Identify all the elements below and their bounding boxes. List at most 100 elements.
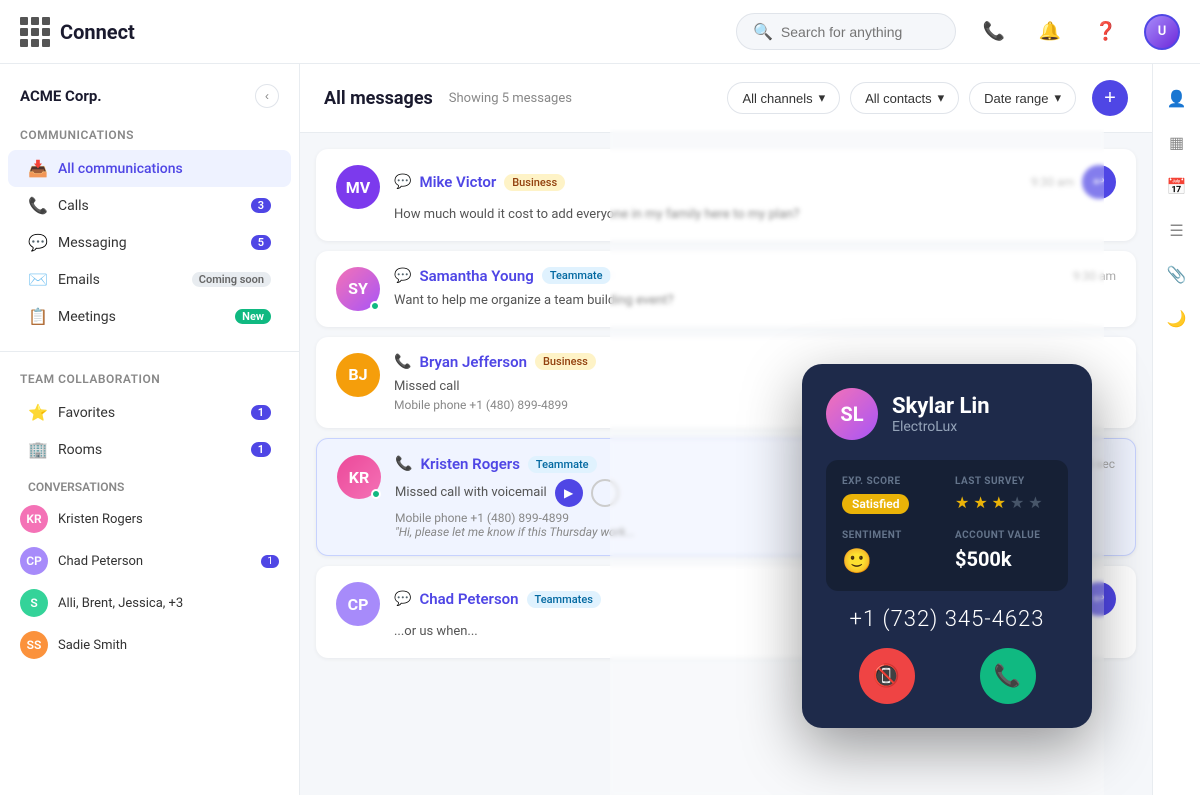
msg-time: 9:30 am [1031, 175, 1074, 189]
online-indicator [370, 301, 380, 311]
sentiment-label: SENTIMENT [842, 530, 939, 541]
search-bar[interactable]: 🔍 [736, 13, 956, 50]
sidebar-item-favorites[interactable]: ⭐ Favorites 1 [8, 394, 291, 431]
channel-icon: 💬 [394, 268, 411, 284]
kristen-avatar: KR [20, 505, 48, 533]
conversation-chad-peterson[interactable]: CP Chad Peterson 1 [0, 540, 299, 582]
emails-icon: ✉️ [28, 270, 48, 289]
last-survey-label: LAST SURVEY [955, 476, 1052, 487]
contact-icon[interactable]: 👤 [1159, 80, 1195, 116]
sidebar-item-messaging[interactable]: 💬 Messaging 5 [8, 224, 291, 261]
star-4: ★ [1010, 493, 1024, 512]
favorites-label: Favorites [58, 405, 241, 421]
filter-date-range[interactable]: Date range ▾ [969, 82, 1076, 114]
favorites-badge: 1 [251, 405, 271, 420]
inbox-icon: 📥 [28, 159, 48, 178]
showing-text: Showing 5 messages [449, 91, 572, 106]
apps-grid-icon[interactable] [20, 17, 50, 47]
caller-name: Skylar Lin [892, 394, 990, 419]
sidebar: ACME Corp. ‹ Communications 📥 All commun… [0, 64, 300, 795]
chevron-down-icon-3: ▾ [1054, 90, 1061, 106]
msg-tag: Business [504, 174, 565, 191]
rooms-label: Rooms [58, 442, 241, 458]
call-stats: EXP. SCORE Satisfied LAST SURVEY ★ ★ ★ ★… [826, 460, 1068, 591]
msg-sender-name: Kristen Rogers [420, 455, 519, 473]
conversations-label: Conversations [28, 480, 271, 494]
decline-call-button[interactable]: 📵 [859, 648, 915, 704]
account-value-section: ACCOUNT VALUE $500k [955, 530, 1052, 575]
filter-date-range-label: Date range [984, 91, 1048, 106]
meetings-label: Meetings [58, 309, 225, 325]
conversation-alli-group[interactable]: S Alli, Brent, Jessica, +3 [0, 582, 299, 624]
emails-badge: Coming soon [192, 272, 271, 287]
msg-sender-name: Samantha Young [419, 267, 533, 285]
help-icon[interactable]: ❓ [1088, 14, 1124, 50]
filter-all-channels[interactable]: All channels ▾ [727, 82, 840, 114]
filter-all-contacts-label: All contacts [865, 91, 931, 106]
online-indicator [371, 489, 381, 499]
star-rating: ★ ★ ★ ★ ★ [955, 493, 1052, 512]
search-input[interactable] [781, 24, 939, 40]
msg-time: 9:30 am [1073, 269, 1116, 283]
table-icon[interactable]: ▦ [1159, 124, 1195, 160]
sidebar-item-rooms[interactable]: 🏢 Rooms 1 [8, 431, 291, 468]
messaging-icon: 💬 [28, 233, 48, 252]
filter-all-channels-label: All channels [742, 91, 812, 106]
channel-icon: 💬 [394, 174, 411, 190]
bell-icon[interactable]: 🔔 [1032, 14, 1068, 50]
collapse-sidebar-button[interactable]: ‹ [255, 84, 279, 108]
call-phone-number: +1 (732) 345-4623 [826, 607, 1068, 632]
conversation-sadie-smith[interactable]: SS Sadie Smith [0, 624, 299, 666]
checklist-icon[interactable]: ☰ [1159, 212, 1195, 248]
chevron-down-icon: ▾ [819, 90, 826, 106]
reply-button[interactable]: ↩ [1082, 165, 1116, 199]
msg-sender-name: Chad Peterson [419, 590, 518, 608]
exp-score-value: Satisfied [842, 494, 909, 514]
caller-info: SL Skylar Lin ElectroLux [826, 388, 1068, 440]
exp-score-section: EXP. SCORE Satisfied [842, 476, 939, 514]
communications-label: Communications [0, 124, 299, 150]
user-avatar-nav[interactable]: U [1144, 14, 1180, 50]
filter-all-contacts[interactable]: All contacts ▾ [850, 82, 959, 114]
attachment-icon[interactable]: 📎 [1159, 256, 1195, 292]
avatar: BJ [336, 353, 380, 397]
sidebar-item-emails[interactable]: ✉️ Emails Coming soon [8, 261, 291, 298]
add-message-button[interactable]: + [1092, 80, 1128, 116]
conversation-kristen-rogers[interactable]: KR Kristen Rogers [0, 498, 299, 540]
messaging-label: Messaging [58, 235, 241, 251]
messages-title: All messages [324, 88, 433, 109]
star-3: ★ [992, 493, 1006, 512]
chad-badge: 1 [261, 555, 279, 568]
table-row[interactable]: SY 💬 Samantha Young Teammate 9:30 am Wan… [316, 251, 1136, 327]
moon-icon[interactable]: 🌙 [1159, 300, 1195, 336]
emails-label: Emails [58, 272, 182, 288]
calendar-icon[interactable]: 📅 [1159, 168, 1195, 204]
favorites-icon: ⭐ [28, 403, 48, 422]
phone-icon[interactable]: 📞 [976, 14, 1012, 50]
record-icon [591, 479, 619, 507]
last-survey-section: LAST SURVEY ★ ★ ★ ★ ★ [955, 476, 1052, 514]
msg-sender-name: Bryan Jefferson [419, 353, 527, 371]
call-icon: 📞 [394, 354, 411, 370]
accept-call-button[interactable]: 📞 [980, 648, 1036, 704]
sidebar-item-calls[interactable]: 📞 Calls 3 [8, 187, 291, 224]
play-voicemail-button[interactable]: ▶ [555, 479, 583, 507]
caller-company: ElectroLux [892, 419, 990, 435]
star-2: ★ [973, 493, 987, 512]
org-header: ACME Corp. ‹ [0, 84, 299, 124]
sadie-name: Sadie Smith [58, 638, 279, 653]
sidebar-item-all-communications[interactable]: 📥 All communications [8, 150, 291, 187]
msg-tag: Teammates [527, 591, 601, 608]
account-value-label: ACCOUNT VALUE [955, 530, 1052, 541]
alli-name: Alli, Brent, Jessica, +3 [58, 596, 279, 611]
avatar-wrapper: KR [337, 455, 381, 499]
chad-avatar: CP [20, 547, 48, 575]
calls-label: Calls [58, 198, 241, 214]
msg-text: Missed call with voicemail [395, 483, 547, 503]
sidebar-item-meetings[interactable]: 📋 Meetings New [8, 298, 291, 335]
team-label: Team collaboration [0, 368, 299, 394]
table-row[interactable]: MV 💬 Mike Victor Business 9:30 am ↩ How … [316, 149, 1136, 241]
calls-badge: 3 [251, 198, 271, 213]
all-communications-label: All communications [58, 161, 271, 177]
app-title: Connect [60, 20, 135, 44]
